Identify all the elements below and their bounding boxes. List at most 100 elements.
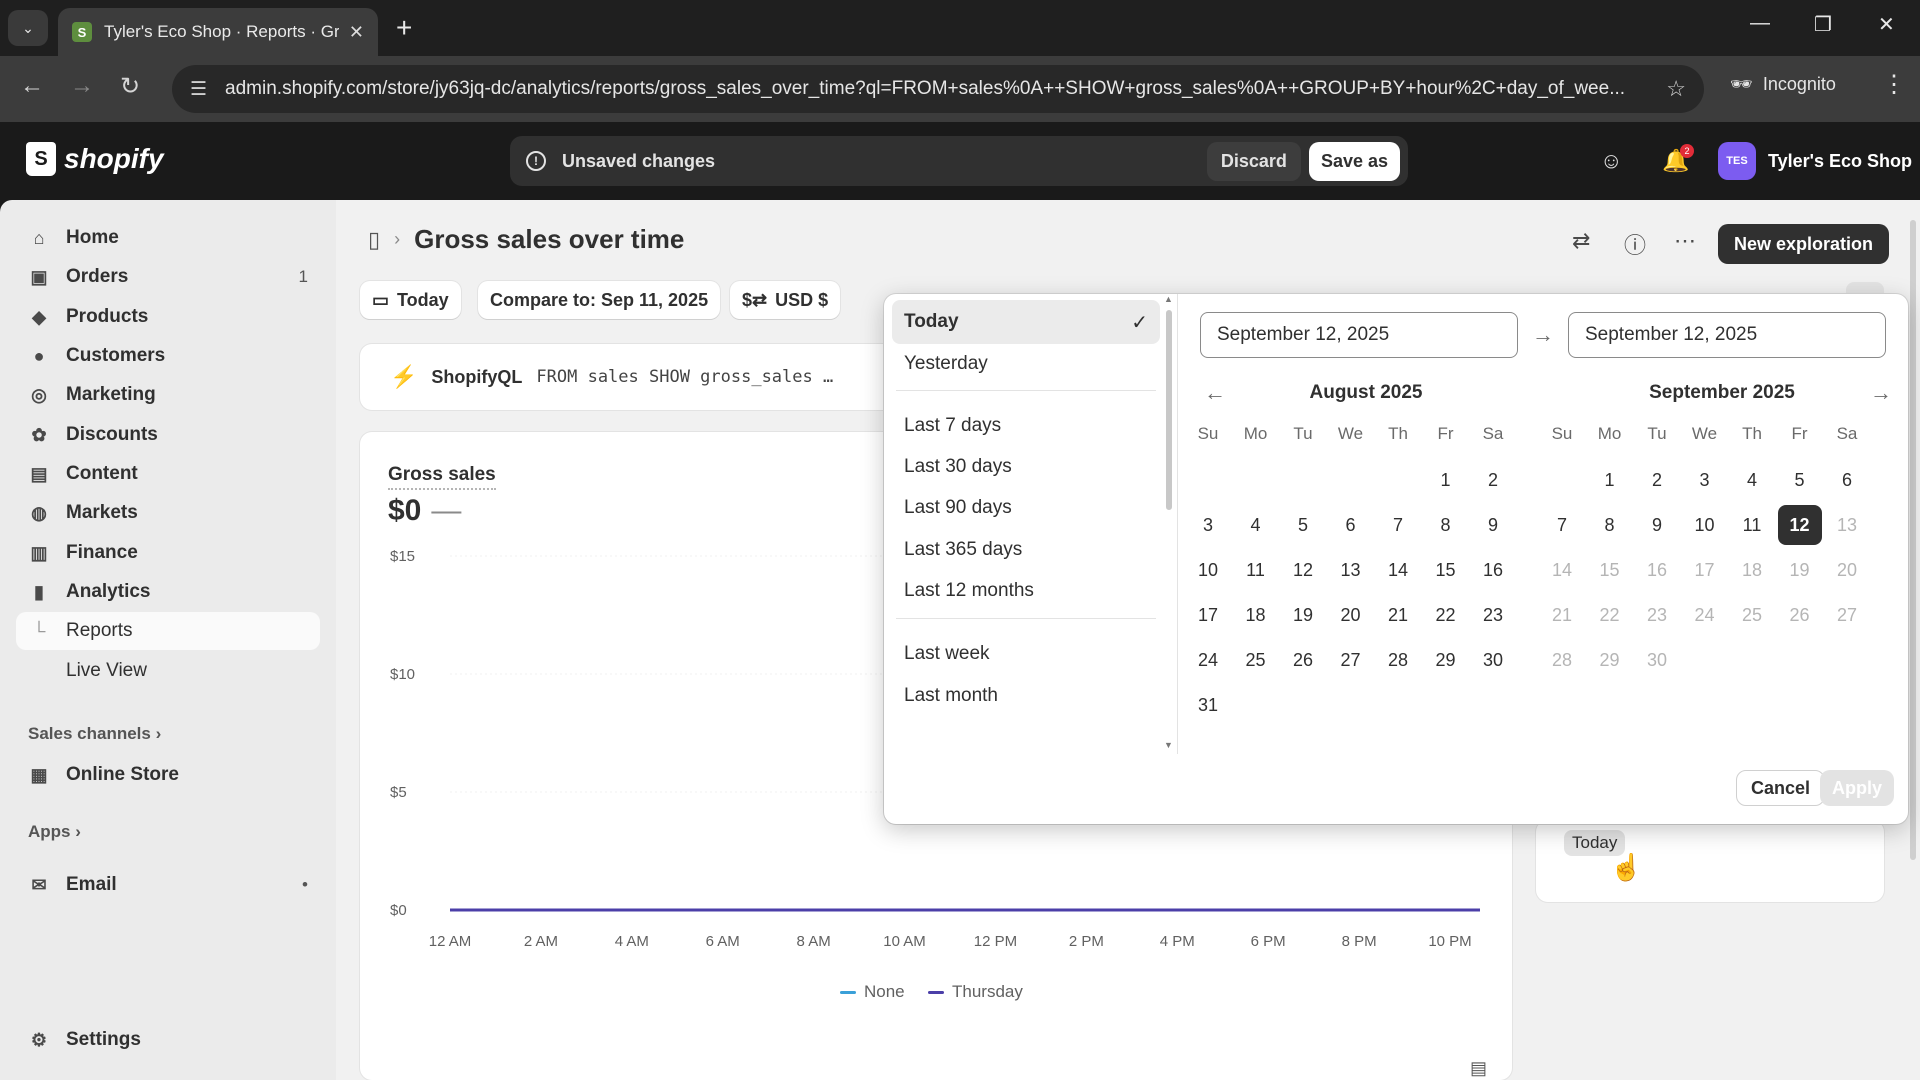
calendar-day[interactable]: 6 xyxy=(1329,505,1373,545)
sales-channels-heading[interactable]: Sales channels › xyxy=(28,724,161,744)
sidebar-item-live-view[interactable]: Live View xyxy=(16,652,320,690)
calendar-day[interactable]: 24 xyxy=(1186,640,1230,680)
calendar-day[interactable]: 31 xyxy=(1186,685,1230,725)
calendar-day[interactable]: 12 xyxy=(1281,550,1325,590)
apps-heading[interactable]: Apps › xyxy=(28,822,81,842)
calendar-day[interactable]: 3 xyxy=(1186,505,1230,545)
calendar-day[interactable]: 5 xyxy=(1778,460,1822,500)
sidebar-item-analytics[interactable]: ▮ Analytics xyxy=(16,573,320,611)
date-preset-option[interactable]: Last 365 days xyxy=(892,528,1160,572)
legend-item-thursday[interactable]: Thursday xyxy=(928,982,1023,1002)
calendar-day[interactable]: 17 xyxy=(1186,595,1230,635)
calendar-day[interactable]: 20 xyxy=(1329,595,1373,635)
new-exploration-button[interactable]: New exploration xyxy=(1718,224,1890,264)
cancel-button[interactable]: Cancel xyxy=(1736,770,1826,806)
calendar-day[interactable]: 8 xyxy=(1588,505,1632,545)
shopify-logo[interactable]: S shopify xyxy=(26,142,164,176)
calendar-day[interactable]: 6 xyxy=(1825,460,1869,500)
compare-button[interactable]: Compare to: Sep 11, 2025 xyxy=(478,281,721,319)
sidebar-item-customers[interactable]: ● Customers xyxy=(16,337,320,375)
calendar-day[interactable]: 7 xyxy=(1540,505,1584,545)
start-date-input[interactable]: September 12, 2025 xyxy=(1200,312,1518,358)
sidebar-item-reports[interactable]: └ Reports xyxy=(16,612,320,650)
table-view-icon[interactable]: ▤ xyxy=(1470,1058,1487,1079)
calendar-day[interactable]: 2 xyxy=(1635,460,1679,500)
sidebar-item-marketing[interactable]: ◎ Marketing xyxy=(16,376,320,414)
calendar-day[interactable]: 11 xyxy=(1234,550,1278,590)
date-preset-option[interactable]: Last 90 days xyxy=(892,486,1160,530)
new-tab-icon[interactable]: + xyxy=(396,14,412,42)
end-date-input[interactable]: September 12, 2025 xyxy=(1568,312,1886,358)
calendar-day[interactable]: 29 xyxy=(1424,640,1468,680)
save-as-button[interactable]: Save as xyxy=(1308,141,1400,181)
sidebar-item-email[interactable]: ✉ Email • xyxy=(16,866,320,904)
browser-menu-icon[interactable]: ⋮ xyxy=(1882,70,1906,99)
forward-icon[interactable]: → xyxy=(70,72,94,100)
refresh-icon[interactable]: ⇄ xyxy=(1572,228,1590,254)
sidebar-item-settings[interactable]: ⚙ Settings xyxy=(16,1021,320,1059)
date-preset-option[interactable]: Yesterday xyxy=(892,342,1160,386)
date-preset-option[interactable]: Last 7 days xyxy=(892,404,1160,448)
date-preset-option[interactable]: Last 30 days xyxy=(892,445,1160,489)
calendar-day[interactable]: 21 xyxy=(1376,595,1420,635)
close-window-icon[interactable]: ✕ xyxy=(1878,12,1895,37)
sidebar-item-finance[interactable]: ▥ Finance xyxy=(16,534,320,572)
url-field[interactable]: ☰ admin.shopify.com/store/jy63jq-dc/anal… xyxy=(172,65,1704,113)
legend-item-none[interactable]: None xyxy=(840,982,905,1002)
currency-button[interactable]: $⇄ USD $ xyxy=(730,281,841,319)
date-preset-option[interactable]: Today ✓ xyxy=(892,300,1160,344)
calendar-day[interactable]: 13 xyxy=(1329,550,1373,590)
reports-document-icon[interactable]: ▯ xyxy=(368,227,380,253)
calendar-day[interactable]: 4 xyxy=(1730,460,1774,500)
calendar-day[interactable]: 23 xyxy=(1471,595,1515,635)
calendar-day[interactable]: 26 xyxy=(1281,640,1325,680)
incognito-indicator[interactable]: 🕶 Incognito xyxy=(1730,74,1836,95)
close-tab-icon[interactable]: ✕ xyxy=(349,22,364,43)
calendar-day[interactable]: 27 xyxy=(1329,640,1373,680)
sidekick-icon[interactable]: ☺ xyxy=(1600,148,1622,174)
calendar-day[interactable]: 12 xyxy=(1777,505,1822,545)
date-preset-option[interactable]: Last 12 months xyxy=(892,569,1160,613)
sidebar-item-markets[interactable]: ◍ Markets xyxy=(16,494,320,532)
site-settings-icon[interactable]: ☰ xyxy=(190,78,207,101)
calendar-day[interactable]: 3 xyxy=(1683,460,1727,500)
browser-tab[interactable]: S Tyler's Eco Shop · Reports · Gro ✕ xyxy=(58,8,378,56)
calendar-day[interactable]: 11 xyxy=(1730,505,1774,545)
calendar-day[interactable]: 9 xyxy=(1635,505,1679,545)
calendar-day[interactable]: 9 xyxy=(1471,505,1515,545)
calendar-day[interactable]: 4 xyxy=(1234,505,1278,545)
calendar-day[interactable]: 1 xyxy=(1588,460,1632,500)
calendar-day[interactable]: 18 xyxy=(1234,595,1278,635)
sidebar-item-online-store[interactable]: ▦ Online Store xyxy=(16,756,320,794)
next-month-icon[interactable]: → xyxy=(1870,380,1892,406)
calendar-day[interactable]: 22 xyxy=(1424,595,1468,635)
discard-button[interactable]: Discard xyxy=(1206,141,1301,181)
calendar-day[interactable]: 2 xyxy=(1471,460,1515,500)
calendar-day[interactable]: 16 xyxy=(1471,550,1515,590)
bookmark-star-icon[interactable]: ☆ xyxy=(1666,76,1686,102)
sidebar-item-content[interactable]: ▤ Content xyxy=(16,455,320,493)
reload-icon[interactable]: ↻ xyxy=(120,72,140,101)
calendar-day[interactable]: 19 xyxy=(1281,595,1325,635)
scroll-down-icon[interactable]: ▼ xyxy=(1164,740,1173,750)
calendar-day[interactable]: 15 xyxy=(1424,550,1468,590)
info-circle-icon[interactable]: ⓘ xyxy=(1624,228,1646,260)
calendar-day[interactable]: 5 xyxy=(1281,505,1325,545)
date-preset-option[interactable]: Last week xyxy=(892,632,1160,676)
date-range-button[interactable]: ▭ Today xyxy=(360,281,461,319)
calendar-day[interactable]: 28 xyxy=(1376,640,1420,680)
calendar-day[interactable]: 8 xyxy=(1424,505,1468,545)
apply-button[interactable]: Apply xyxy=(1820,770,1895,806)
calendar-day[interactable]: 7 xyxy=(1376,505,1420,545)
calendar-day[interactable]: 10 xyxy=(1186,550,1230,590)
tab-search-chevron-icon[interactable]: ⌄ xyxy=(8,10,48,46)
store-menu[interactable]: TES Tyler's Eco Shop xyxy=(1718,142,1912,180)
minimize-icon[interactable]: — xyxy=(1750,12,1770,35)
sidebar-item-orders[interactable]: ▣ Orders 1 xyxy=(16,258,320,296)
date-preset-option[interactable]: Last month xyxy=(892,674,1160,718)
calendar-day[interactable]: 1 xyxy=(1424,460,1468,500)
calendar-day[interactable]: 25 xyxy=(1234,640,1278,680)
more-actions-icon[interactable]: ⋯ xyxy=(1674,228,1696,254)
calendar-day[interactable]: 10 xyxy=(1683,505,1727,545)
preset-scrollbar[interactable] xyxy=(1166,310,1172,510)
